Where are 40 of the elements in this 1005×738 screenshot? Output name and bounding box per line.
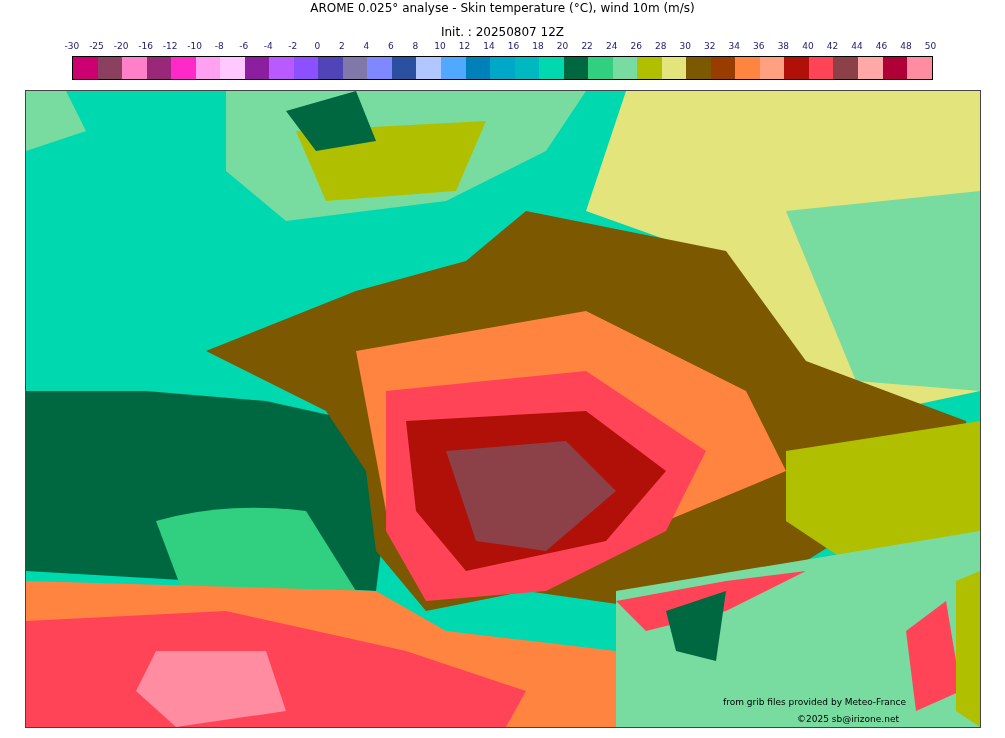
colorbar-tick-label: -6 — [238, 41, 250, 52]
colorbar-tick-label: 38 — [776, 41, 791, 52]
colorbar-tick-label: 12 — [457, 41, 472, 52]
colorbar-tick-label: 4 — [362, 41, 371, 52]
data-credit: from grib files provided by Meteo-France — [723, 696, 907, 709]
colorbar-tick-label: 46 — [874, 41, 889, 52]
chart-title: AROME 0.025° analyse - Skin temperature (°C), wind 10m (m/s) — [310, 0, 695, 16]
colorbar-tick-label: 30 — [678, 41, 692, 52]
colorbar-tick-label: -30 — [63, 41, 81, 52]
colorbar-tick-label: -25 — [88, 41, 105, 52]
colorbar-tick-label: 0 — [313, 41, 322, 52]
colorbar-tick-label: 18 — [531, 41, 545, 52]
colorbar-tick-label: -12 — [161, 41, 179, 52]
colorbar-tick-label: 24 — [604, 41, 619, 52]
colorbar-tick-label: 44 — [850, 41, 864, 52]
colorbar-tick-label: -20 — [112, 41, 130, 52]
colorbar-tick-label: 16 — [506, 41, 521, 52]
colorbar-tick-label: -2 — [287, 41, 299, 52]
colorbar-tick-label: -16 — [137, 41, 154, 52]
colorbar-tick-label: 10 — [433, 41, 447, 52]
colorbar-tick-label: 8 — [411, 41, 420, 52]
colorbar-tick-label: 2 — [337, 41, 346, 52]
colorbar-tick-label: 22 — [580, 41, 594, 52]
colorbar-tick-label: 36 — [752, 41, 766, 52]
copyright-text: ©2025 sb@irizone.net — [797, 713, 899, 726]
colorbar-tick-label: 32 — [703, 41, 717, 52]
colorbar-tick-label: -4 — [262, 41, 274, 52]
colorbar-tick-label: 34 — [727, 41, 741, 52]
colorbar-tick-label: 20 — [555, 41, 570, 52]
colorbar-tick-label: 50 — [923, 41, 938, 52]
colorbar-tick-label: 40 — [801, 41, 815, 52]
colorbar-tick-label: 6 — [387, 41, 395, 52]
colorbar-tick-label: 14 — [482, 41, 496, 52]
colorbar-tick-label: -8 — [213, 41, 225, 52]
colorbar-tick-label: -10 — [186, 41, 203, 52]
chart-subtitle: Init. : 20250807 12Z — [440, 24, 565, 40]
colorbar-tick-label: 26 — [629, 41, 643, 52]
colorbar-tick-label: 42 — [825, 41, 840, 52]
colorbar-tick-label: 48 — [899, 41, 913, 52]
colorbar-tick-label: 28 — [653, 41, 668, 52]
